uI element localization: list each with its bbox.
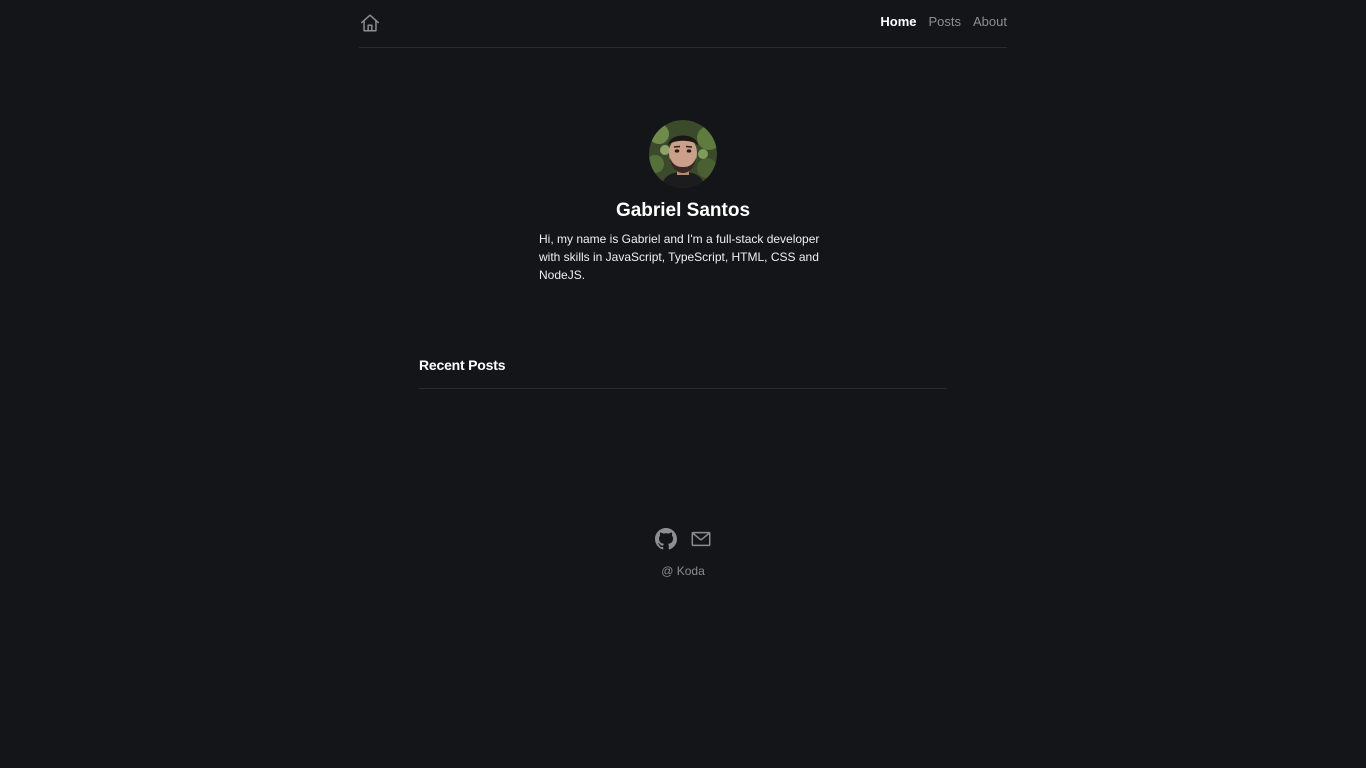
mail-icon[interactable] [690,528,712,550]
github-icon[interactable] [655,528,677,550]
profile-name: Gabriel Santos [615,200,751,221]
profile-bio: Hi, my name is Gabriel and I'm a full-st… [539,232,820,282]
recent-posts-divider [419,388,947,389]
main-nav: Home Posts About [880,14,1007,29]
nav-about-link[interactable]: About [973,14,1007,29]
recent-posts-title: Recent Posts [419,357,506,373]
avatar [649,120,717,188]
copyright-text: @ Koda [661,564,705,578]
footer-social-links [655,528,712,550]
nav-posts-link[interactable]: Posts [929,14,962,29]
site-header: Home Posts About [359,0,1007,48]
nav-home-link[interactable]: Home [880,14,916,29]
home-icon[interactable] [359,12,381,34]
